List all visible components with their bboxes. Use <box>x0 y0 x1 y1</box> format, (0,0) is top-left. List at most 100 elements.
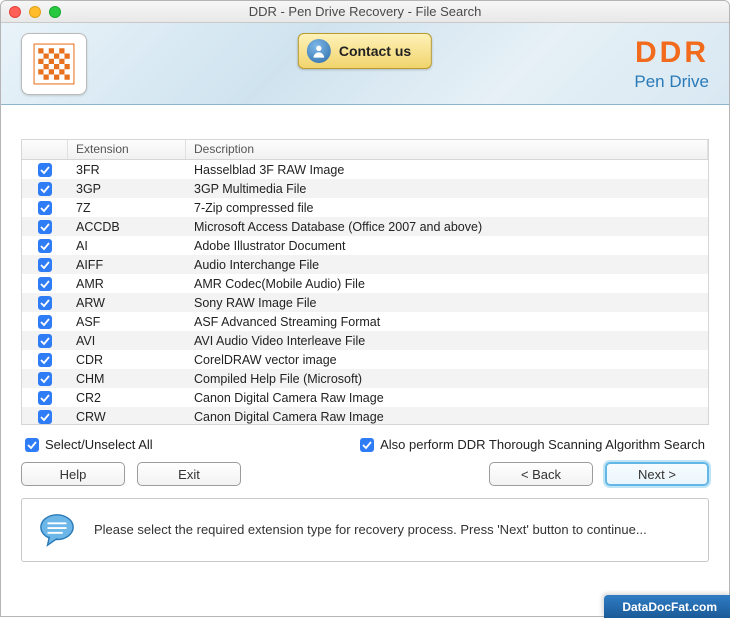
contact-us-button[interactable]: Contact us <box>298 33 432 69</box>
checkmark-icon <box>38 334 52 348</box>
row-extension: ASF <box>68 315 186 329</box>
next-button[interactable]: Next > <box>605 462 709 486</box>
row-checkbox[interactable] <box>22 334 68 348</box>
exit-button[interactable]: Exit <box>137 462 241 486</box>
row-extension: AMR <box>68 277 186 291</box>
row-extension: ARW <box>68 296 186 310</box>
watermark: DataDocFat.com <box>604 595 730 618</box>
row-checkbox[interactable] <box>22 277 68 291</box>
row-checkbox[interactable] <box>22 220 68 234</box>
table-row[interactable]: AMRAMR Codec(Mobile Audio) File <box>22 274 708 293</box>
row-checkbox[interactable] <box>22 163 68 177</box>
row-extension: CRW <box>68 410 186 424</box>
info-panel: Please select the required extension typ… <box>21 498 709 562</box>
table-row[interactable]: CHMCompiled Help File (Microsoft) <box>22 369 708 388</box>
select-all-checkbox[interactable]: Select/Unselect All <box>25 437 153 452</box>
app-window: DDR - Pen Drive Recovery - File Search C… <box>0 0 730 617</box>
main-content: Extension Description 3FRHasselblad 3F R… <box>1 105 729 616</box>
row-checkbox[interactable] <box>22 372 68 386</box>
row-extension: ACCDB <box>68 220 186 234</box>
table-row[interactable]: AVIAVI Audio Video Interleave File <box>22 331 708 350</box>
grid-logo-icon <box>33 43 75 85</box>
table-row[interactable]: ARWSony RAW Image File <box>22 293 708 312</box>
table-row[interactable]: 3GP3GP Multimedia File <box>22 179 708 198</box>
header-banner: Contact us DDR Pen Drive <box>1 23 729 105</box>
checkmark-icon <box>38 391 52 405</box>
row-extension: AVI <box>68 334 186 348</box>
checkmark-icon <box>38 277 52 291</box>
back-button[interactable]: < Back <box>489 462 593 486</box>
row-description: 3GP Multimedia File <box>186 182 708 196</box>
column-description[interactable]: Description <box>186 140 708 159</box>
row-checkbox[interactable] <box>22 296 68 310</box>
button-row: Help Exit < Back Next > <box>21 462 709 486</box>
table-row[interactable]: 7Z7-Zip compressed file <box>22 198 708 217</box>
row-description: Canon Digital Camera Raw Image <box>186 391 708 405</box>
window-title: DDR - Pen Drive Recovery - File Search <box>1 4 729 19</box>
checkmark-icon <box>25 438 39 452</box>
table-row[interactable]: AIFFAudio Interchange File <box>22 255 708 274</box>
row-description: 7-Zip compressed file <box>186 201 708 215</box>
column-extension[interactable]: Extension <box>68 140 186 159</box>
row-description: Sony RAW Image File <box>186 296 708 310</box>
brand-name: DDR <box>634 36 709 70</box>
checkmark-icon <box>38 296 52 310</box>
table-row[interactable]: CR2Canon Digital Camera Raw Image <box>22 388 708 407</box>
extension-table: Extension Description 3FRHasselblad 3F R… <box>21 139 709 425</box>
titlebar: DDR - Pen Drive Recovery - File Search <box>1 1 729 23</box>
table-body[interactable]: 3FRHasselblad 3F RAW Image3GP3GP Multime… <box>22 160 708 424</box>
help-button[interactable]: Help <box>21 462 125 486</box>
table-header: Extension Description <box>22 140 708 160</box>
row-extension: CDR <box>68 353 186 367</box>
checkmark-icon <box>38 239 52 253</box>
checkmark-icon <box>38 410 52 424</box>
row-extension: CR2 <box>68 391 186 405</box>
table-row[interactable]: CRWCanon Digital Camera Raw Image <box>22 407 708 424</box>
brand: DDR Pen Drive <box>634 36 709 92</box>
row-description: AMR Codec(Mobile Audio) File <box>186 277 708 291</box>
table-row[interactable]: ACCDBMicrosoft Access Database (Office 2… <box>22 217 708 236</box>
app-logo <box>21 33 87 95</box>
thorough-scan-checkbox[interactable]: Also perform DDR Thorough Scanning Algor… <box>360 437 705 452</box>
table-row[interactable]: 3FRHasselblad 3F RAW Image <box>22 160 708 179</box>
contact-avatar-icon <box>307 39 331 63</box>
row-description: Canon Digital Camera Raw Image <box>186 410 708 424</box>
checkmark-icon <box>38 353 52 367</box>
row-checkbox[interactable] <box>22 201 68 215</box>
checkmark-icon <box>38 182 52 196</box>
row-description: AVI Audio Video Interleave File <box>186 334 708 348</box>
row-extension: AI <box>68 239 186 253</box>
row-checkbox[interactable] <box>22 239 68 253</box>
row-description: Audio Interchange File <box>186 258 708 272</box>
checkmark-icon <box>38 163 52 177</box>
row-checkbox[interactable] <box>22 182 68 196</box>
table-row[interactable]: CDRCorelDRAW vector image <box>22 350 708 369</box>
row-description: Compiled Help File (Microsoft) <box>186 372 708 386</box>
select-all-label: Select/Unselect All <box>45 437 153 452</box>
column-checkbox[interactable] <box>22 140 68 159</box>
row-description: CorelDRAW vector image <box>186 353 708 367</box>
row-checkbox[interactable] <box>22 391 68 405</box>
row-checkbox[interactable] <box>22 258 68 272</box>
checkmark-icon <box>38 220 52 234</box>
info-text: Please select the required extension typ… <box>94 520 692 540</box>
thorough-scan-label: Also perform DDR Thorough Scanning Algor… <box>380 437 705 452</box>
row-extension: 7Z <box>68 201 186 215</box>
checkmark-icon <box>38 372 52 386</box>
row-checkbox[interactable] <box>22 315 68 329</box>
row-description: ASF Advanced Streaming Format <box>186 315 708 329</box>
row-description: Hasselblad 3F RAW Image <box>186 163 708 177</box>
row-extension: 3FR <box>68 163 186 177</box>
brand-subtitle: Pen Drive <box>634 72 709 92</box>
table-row[interactable]: AIAdobe Illustrator Document <box>22 236 708 255</box>
checkmark-icon <box>360 438 374 452</box>
row-extension: 3GP <box>68 182 186 196</box>
contact-us-label: Contact us <box>339 43 411 59</box>
row-description: Adobe Illustrator Document <box>186 239 708 253</box>
row-checkbox[interactable] <box>22 353 68 367</box>
row-checkbox[interactable] <box>22 410 68 424</box>
table-row[interactable]: ASFASF Advanced Streaming Format <box>22 312 708 331</box>
checkmark-icon <box>38 315 52 329</box>
row-extension: CHM <box>68 372 186 386</box>
row-description: Microsoft Access Database (Office 2007 a… <box>186 220 708 234</box>
